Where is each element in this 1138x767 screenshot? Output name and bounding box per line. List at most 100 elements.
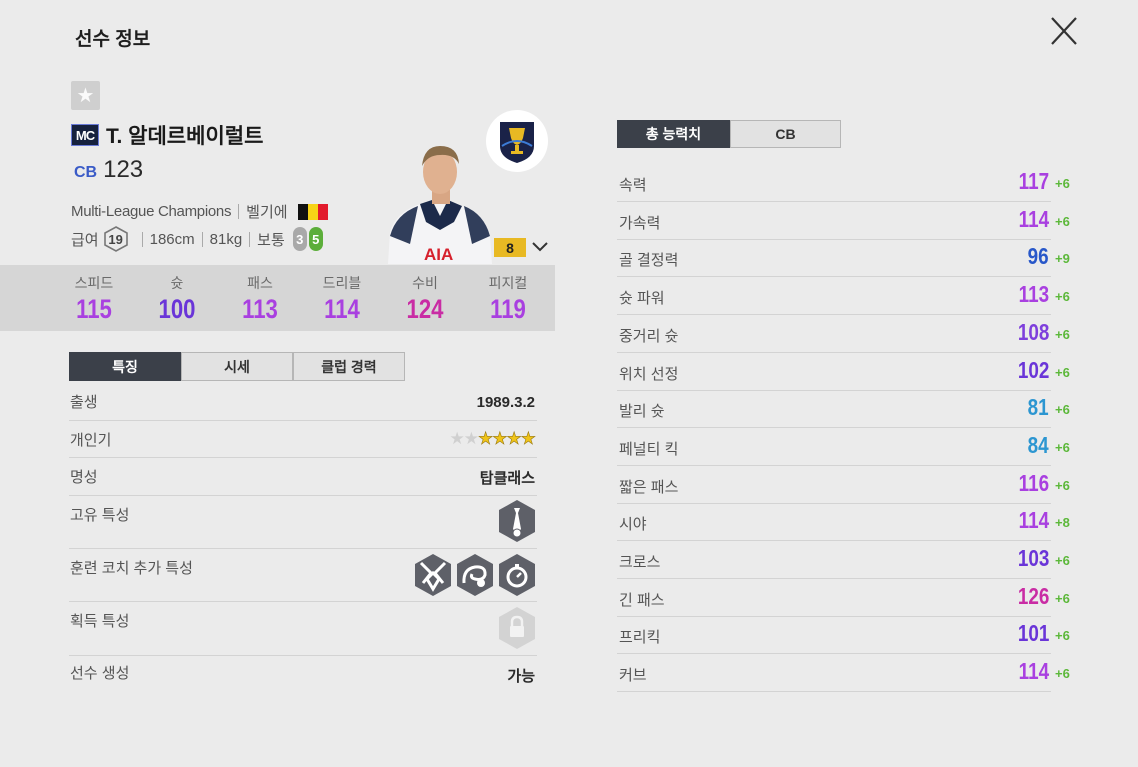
- stat-value: 114: [324, 294, 360, 324]
- ability-bonus: +6: [1055, 326, 1070, 342]
- page-title: 선수 정보: [75, 29, 151, 50]
- tab-total-ability[interactable]: 총 능력치: [617, 120, 730, 148]
- stat-value: 119: [490, 294, 526, 324]
- leadership-trait-icon[interactable]: [497, 499, 537, 543]
- ability-bonus: +6: [1055, 364, 1070, 380]
- height-value: 186cm: [149, 230, 195, 248]
- acrobatic-trait-icon[interactable]: [413, 553, 453, 597]
- ability-bonus: +9: [1055, 251, 1070, 267]
- ability-value: 126: [1017, 582, 1049, 609]
- ability-value: 96: [1028, 243, 1049, 270]
- ability-label: 가속력: [619, 214, 661, 232]
- ability-bonus: +6: [1055, 590, 1070, 606]
- ability-value: 114: [1018, 507, 1049, 534]
- player-physical-row: 급여 19 186cm 81kg 보통 3 5: [71, 226, 323, 252]
- rating-star-icon: ★: [463, 429, 479, 448]
- divider: [201, 231, 203, 247]
- tab-club-career[interactable]: 클럽 경력: [293, 352, 405, 381]
- favorite-button[interactable]: ★: [71, 81, 100, 110]
- ability-row: 위치 선정 102 +6: [617, 353, 1070, 391]
- league-badge: [486, 110, 548, 172]
- ability-row: 짧은 패스 116 +6: [617, 466, 1070, 504]
- stat-label: 피지컬: [488, 275, 528, 291]
- ability-value: 101: [1017, 620, 1049, 647]
- ability-row: 시야 114 +8: [617, 503, 1070, 542]
- info-row-popularity: 개인기 ★★★★★★: [69, 429, 537, 458]
- rating-star-icon: ★: [506, 429, 522, 449]
- expand-button[interactable]: [531, 240, 549, 254]
- overall-value: 123: [103, 156, 144, 183]
- ability-value: 114: [1018, 205, 1049, 232]
- ability-row: 긴 패스 126 +6: [617, 579, 1070, 617]
- fame-value: 탑클래스: [479, 470, 535, 487]
- ability-label: 짧은 패스: [619, 478, 679, 496]
- divider: [141, 231, 143, 247]
- belgium-flag-icon: [297, 203, 328, 220]
- salary-value: 19: [108, 231, 123, 247]
- tab-market-price[interactable]: 시세: [181, 352, 293, 381]
- info-label: 개인기: [70, 432, 112, 449]
- ability-value: 114: [1018, 658, 1049, 685]
- info-label: 획득 특성: [70, 613, 130, 630]
- ability-row: 중거리 슛 108 +6: [617, 315, 1070, 353]
- info-row-unique-trait: 고유 특성: [69, 504, 537, 549]
- rating-star-icon: ★: [520, 429, 536, 449]
- close-icon: [1051, 17, 1077, 45]
- ability-bonus: +6: [1055, 439, 1070, 455]
- stat-speed: 스피드 115: [54, 273, 134, 325]
- ability-bonus: +6: [1055, 666, 1070, 682]
- rating-star-icon: ★: [492, 429, 508, 449]
- stat-value: 115: [76, 294, 112, 324]
- info-label: 고유 특성: [70, 507, 130, 524]
- stat-label: 패스: [247, 275, 273, 291]
- body-type-value: 보통: [257, 231, 285, 249]
- ability-label: 커브: [619, 667, 647, 685]
- ability-label: 슛 파워: [619, 290, 665, 308]
- info-label: 출생: [70, 394, 98, 411]
- ability-row: 커브 114 +6: [617, 654, 1070, 693]
- ability-bonus: +6: [1055, 628, 1070, 644]
- weak-foot-badge: 3: [292, 227, 307, 251]
- stat-value: 113: [242, 294, 278, 324]
- ability-label: 속력: [619, 177, 647, 194]
- rating-star-icon: ★: [478, 429, 494, 449]
- ability-label: 크로스: [619, 554, 661, 571]
- info-label: 훈련 코치 추가 특성: [70, 560, 193, 577]
- ability-tabs: 총 능력치 CB: [617, 120, 841, 148]
- info-row-acquired-trait: 획득 특성: [69, 610, 537, 656]
- info-row-birth: 출생 1989.3.2: [69, 391, 537, 421]
- strong-foot-badge: 5: [308, 227, 323, 251]
- ability-value: 108: [1017, 318, 1049, 345]
- ability-label: 발리 슛: [619, 403, 665, 421]
- ability-label: 페널티 킥: [619, 440, 679, 458]
- season-name: Multi-League Champions: [71, 203, 232, 220]
- divider: [238, 204, 240, 219]
- ability-label: 긴 패스: [619, 591, 665, 609]
- salary-label: 급여: [71, 231, 99, 249]
- ability-row: 속력 117 +6: [617, 164, 1070, 202]
- close-button[interactable]: [1046, 14, 1082, 50]
- ability-bonus: +6: [1055, 402, 1070, 418]
- ability-bonus: +8: [1055, 515, 1070, 531]
- stopwatch-trait-icon[interactable]: [497, 553, 537, 597]
- info-row-fame: 명성 탑클래스: [69, 466, 537, 496]
- season-badge: MC: [71, 124, 99, 146]
- ability-label: 중거리 슛: [619, 327, 679, 345]
- player-name: T. 알데르베이럴트: [106, 125, 264, 148]
- ability-row: 골 결정력 96 +9: [617, 239, 1070, 278]
- popularity-stars: ★★★★★★: [449, 429, 537, 449]
- rating-star-icon: ★: [449, 429, 465, 448]
- tab-traits[interactable]: 특징: [69, 352, 181, 381]
- ability-value: 81: [1028, 394, 1049, 421]
- chevron-down-icon: [532, 242, 548, 252]
- stat-label: 수비: [412, 275, 438, 291]
- player-photo: AIA: [380, 140, 500, 264]
- tab-position-ability[interactable]: CB: [730, 120, 841, 148]
- season-nation-row: Multi-League Champions 벨기에: [71, 201, 328, 222]
- curl-trait-icon[interactable]: [455, 553, 495, 597]
- ability-row: 슛 파워 113 +6: [617, 277, 1070, 316]
- stat-dribbling: 드리블 114: [302, 273, 382, 325]
- ability-row: 가속력 114 +6: [617, 202, 1070, 240]
- nation-name: 벨기에: [246, 204, 288, 221]
- weight-value: 81kg: [209, 230, 243, 248]
